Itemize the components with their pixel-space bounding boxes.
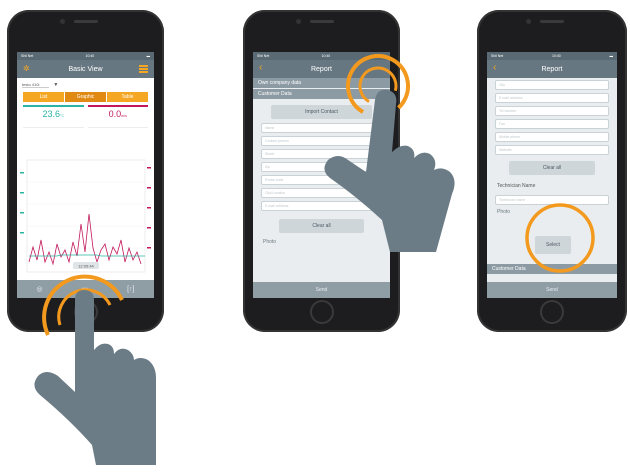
- technician-label: Technician Name: [497, 183, 536, 189]
- home-button[interactable]: [540, 300, 564, 324]
- status-time: 10:40: [321, 54, 331, 58]
- status-time: 10:40: [85, 54, 95, 58]
- screen: Shll Net 10:40 ▬ ‹ Report Own company da…: [253, 52, 390, 298]
- carrier-text: Shll Net: [21, 54, 34, 58]
- tel-field[interactable]: Tel number: [495, 106, 609, 116]
- status-bar: Shll Net 10:40 ▬: [487, 52, 617, 60]
- battery-icon: ▬: [382, 54, 387, 58]
- speaker: [540, 20, 564, 23]
- device-select[interactable]: testo 410i: [22, 82, 50, 88]
- battery-icon: ▬: [146, 54, 151, 58]
- measurement-chart: 12:05:44: [20, 159, 151, 273]
- screen: Shll Net 10:40 ▬ ✲ Basic View testo 410i…: [17, 52, 154, 298]
- back-icon[interactable]: ‹: [259, 62, 262, 73]
- section-customer-data[interactable]: Customer Data: [487, 264, 617, 274]
- camera: [295, 19, 301, 24]
- report-icon[interactable]: ▭: [82, 285, 89, 293]
- reading-temperature-value: 23.6: [42, 109, 61, 119]
- reading-indicator-row: [23, 124, 148, 128]
- screen: Shll Net 10:40 ▬ ‹ Report City E-mail ad…: [487, 52, 617, 298]
- postal-code-field[interactable]: Postal code: [261, 175, 382, 185]
- gear-icon[interactable]: ✲: [23, 64, 30, 73]
- phone-report-customer: Shll Net 10:40 ▬ ‹ Report Own company da…: [243, 10, 400, 332]
- nav-bar: ‹ Report: [253, 60, 390, 78]
- share-icon[interactable]: [↑]: [127, 286, 134, 293]
- view-tabs: List Graphic Table: [23, 92, 148, 102]
- section-customer-data[interactable]: Customer Data: [253, 89, 390, 99]
- phone-basic-view: Shll Net 10:40 ▬ ✲ Basic View testo 410i…: [7, 10, 164, 332]
- reading-temperature: 23.6°C: [23, 105, 84, 123]
- nav-bar: ✲ Basic View: [17, 60, 154, 78]
- send-bar: Send: [253, 282, 390, 298]
- city-field[interactable]: City/Location: [261, 188, 382, 198]
- chart-tooltip-text: 12:05:44: [78, 263, 94, 268]
- carrier-text: Shll Net: [257, 54, 270, 58]
- back-icon[interactable]: ‹: [493, 62, 496, 73]
- battery-icon: ▬: [609, 54, 614, 58]
- camera: [526, 19, 531, 24]
- speaker: [73, 20, 98, 23]
- nav-title: Report: [541, 65, 563, 73]
- status-bar: Shll Net 10:40 ▬: [253, 52, 390, 60]
- clear-all-button[interactable]: Clear all: [509, 161, 595, 175]
- home-button[interactable]: [309, 300, 334, 324]
- tab-table[interactable]: Table: [107, 92, 148, 102]
- name-field[interactable]: Name: [261, 123, 382, 133]
- photo-label: Photo: [497, 209, 511, 215]
- reading-temperature-unit: °C: [60, 114, 64, 118]
- reading-velocity-value: 0.0: [108, 109, 122, 119]
- chevron-down-icon[interactable]: ▼: [53, 82, 58, 88]
- email-field[interactable]: E-mail address: [261, 201, 382, 211]
- bottom-toolbar: ◎ ▭ [↑]: [17, 280, 154, 298]
- city-field[interactable]: City: [495, 80, 609, 90]
- send-bar: Send: [487, 282, 617, 298]
- technician-name-field[interactable]: Technician name: [495, 195, 609, 205]
- menu-icon[interactable]: [139, 65, 148, 73]
- tab-graphic[interactable]: Graphic: [65, 92, 107, 102]
- select-photo-button[interactable]: Select: [535, 236, 571, 254]
- readings-row: 23.6°C 0.0m/s: [23, 105, 148, 123]
- nav-title: Report: [310, 65, 332, 73]
- clear-all-button[interactable]: Clear all: [279, 219, 364, 233]
- import-contact-button[interactable]: Import Contact: [271, 105, 372, 119]
- zip-field[interactable]: Zip: [261, 162, 382, 172]
- speaker: [309, 20, 334, 23]
- carrier-text: Shll Net: [491, 54, 504, 58]
- status-bar: Shll Net 10:40 ▬: [17, 52, 154, 60]
- email-field[interactable]: E-mail address: [495, 93, 609, 103]
- contact-person-field[interactable]: Contact person: [261, 136, 382, 146]
- reading-velocity-unit: m/s: [121, 114, 127, 118]
- settings-icon[interactable]: ◎: [36, 285, 42, 293]
- photo-label: Photo: [263, 239, 277, 245]
- mobile-field[interactable]: Mobile phone: [495, 132, 609, 142]
- fax-field[interactable]: Fax: [495, 119, 609, 129]
- home-button[interactable]: [73, 300, 98, 324]
- nav-bar: ‹ Report: [487, 60, 617, 78]
- reading-velocity: 0.0m/s: [87, 105, 148, 123]
- status-time: 10:40: [552, 54, 561, 58]
- street-field[interactable]: Street: [261, 149, 382, 159]
- camera: [59, 19, 65, 24]
- send-button[interactable]: Send: [316, 287, 328, 293]
- send-button[interactable]: Send: [546, 287, 558, 293]
- phone-report-photo: Shll Net 10:40 ▬ ‹ Report City E-mail ad…: [477, 10, 627, 332]
- nav-title: Basic View: [68, 65, 103, 73]
- website-field[interactable]: Website: [495, 145, 609, 155]
- tab-list[interactable]: List: [23, 92, 65, 102]
- section-own-company[interactable]: Own company data: [253, 78, 390, 88]
